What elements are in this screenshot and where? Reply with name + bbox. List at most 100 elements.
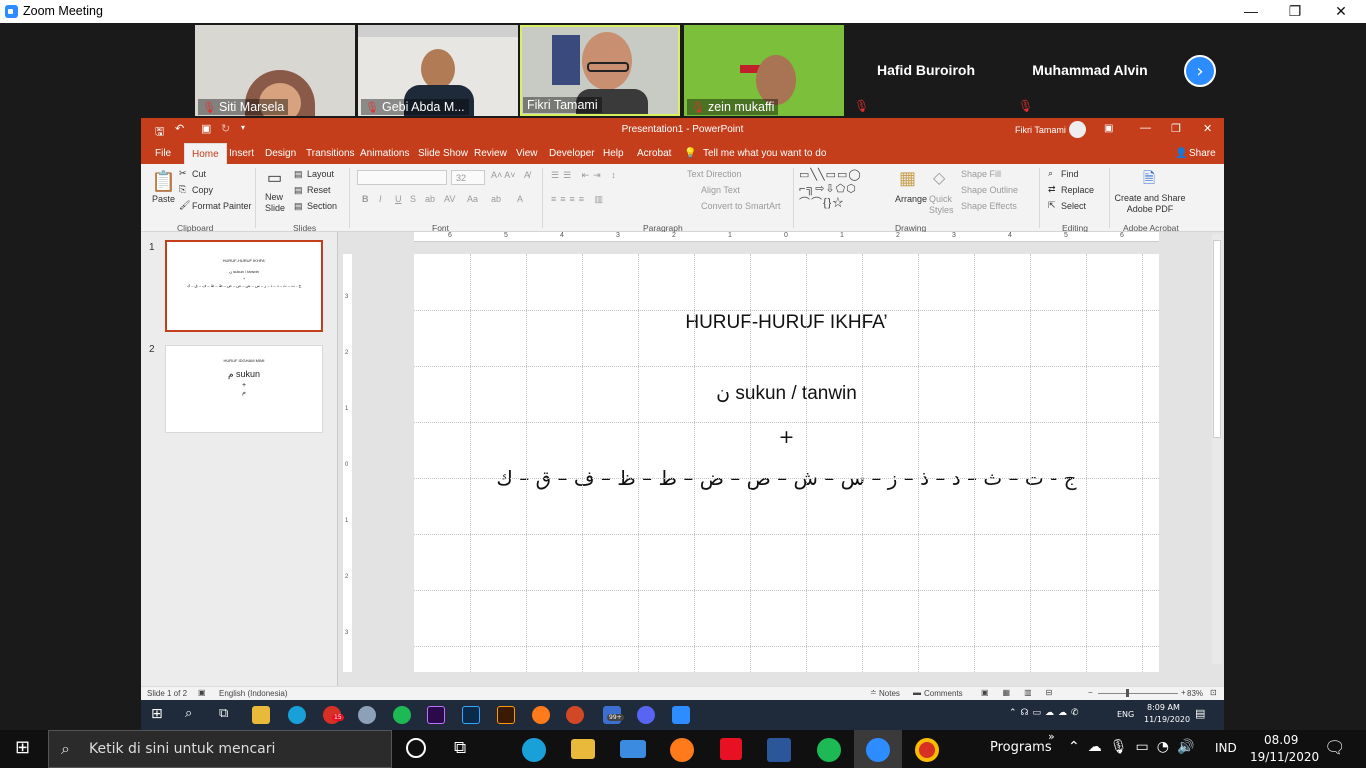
edge-icon[interactable]: [522, 738, 546, 762]
shape-effects-button[interactable]: Shape Effects: [961, 201, 1017, 211]
copy-button[interactable]: Copy: [192, 185, 213, 195]
tab-transitions[interactable]: Transitions: [306, 148, 355, 159]
new-slide-button[interactable]: New Slide: [265, 192, 291, 214]
layout-button[interactable]: Layout: [307, 169, 334, 179]
tray-time[interactable]: 8:09 AM: [1147, 703, 1180, 712]
comments-icon[interactable]: ▬: [913, 688, 921, 697]
powerpoint-icon[interactable]: [566, 706, 584, 724]
chrome-icon[interactable]: [915, 738, 939, 762]
notes-icon[interactable]: ≐: [870, 688, 877, 697]
minimize-icon[interactable]: —: [1140, 122, 1151, 134]
text-direction-button[interactable]: Text Direction: [687, 169, 742, 179]
tab-insert[interactable]: Insert: [229, 148, 254, 159]
close-icon[interactable]: ✕: [1318, 1, 1364, 21]
italic-icon[interactable]: I: [379, 194, 382, 204]
tab-file[interactable]: File: [155, 148, 171, 159]
file-explorer-icon[interactable]: [252, 706, 270, 724]
task-view-icon[interactable]: ⧉: [454, 738, 466, 758]
tray-language[interactable]: ENG: [1117, 710, 1134, 719]
tab-design[interactable]: Design: [265, 148, 296, 159]
zoom-out-icon[interactable]: −: [1088, 688, 1093, 697]
restore-icon[interactable]: ❐: [1171, 122, 1181, 135]
smartart-button[interactable]: Convert to SmartArt: [701, 201, 781, 211]
spotify-icon[interactable]: [393, 706, 411, 724]
bold-icon[interactable]: B: [362, 194, 369, 204]
tab-review[interactable]: Review: [474, 148, 507, 159]
shapes-gallery[interactable]: ▭╲╲▭▭◯ ⌐╗⇨⇩⬠⬡ ⌒⌒{}☆: [799, 168, 891, 212]
replace-icon[interactable]: ⇄: [1048, 184, 1056, 195]
tab-view[interactable]: View: [516, 148, 538, 159]
tab-animations[interactable]: Animations: [360, 148, 409, 159]
firefox-icon[interactable]: [670, 738, 694, 762]
section-icon[interactable]: ▤: [294, 201, 303, 212]
participant-tile[interactable]: 🎙 Gebi Abda M...: [358, 25, 518, 116]
adobe-pdf-icon[interactable]: 🗎: [1143, 168, 1155, 193]
current-slide[interactable]: HURUF-HURUF IKHFA’ ن sukun / tanwin + ج …: [414, 254, 1159, 672]
format-painter-icon[interactable]: 🖌: [179, 200, 190, 211]
user-avatar[interactable]: [1069, 121, 1086, 138]
font-name-box[interactable]: [357, 170, 447, 185]
firefox-icon[interactable]: [532, 706, 550, 724]
format-painter-button[interactable]: Format Painter: [192, 201, 252, 211]
select-icon[interactable]: ⇱: [1048, 200, 1056, 211]
taskbar-language[interactable]: IND: [1215, 741, 1237, 755]
zoom-level[interactable]: 83%: [1187, 689, 1203, 698]
align-text-button[interactable]: Align Text: [701, 185, 740, 195]
tab-acrobat[interactable]: Acrobat: [637, 148, 671, 159]
maximize-icon[interactable]: ❐: [1272, 1, 1318, 21]
new-slide-icon[interactable]: ▭: [267, 168, 282, 188]
word-icon[interactable]: [767, 738, 791, 762]
tell-me-search[interactable]: Tell me what you want to do: [703, 148, 826, 159]
edge-icon[interactable]: [288, 706, 306, 724]
strike-icon[interactable]: ab: [425, 194, 435, 204]
photoshop-icon[interactable]: [462, 706, 480, 724]
tab-home[interactable]: Home: [184, 143, 227, 164]
create-share-pdf-button[interactable]: Create and Share Adobe PDF: [1114, 193, 1186, 215]
reset-icon[interactable]: ▤: [294, 185, 303, 196]
slide-thumbnail[interactable]: HURUF IDGHAM MIMI م sukun + م: [165, 345, 323, 433]
share-button[interactable]: Share: [1189, 148, 1216, 159]
mail-icon[interactable]: [620, 740, 646, 758]
copy-icon[interactable]: ⎘: [179, 184, 186, 195]
select-button[interactable]: Select: [1061, 201, 1086, 211]
grow-font-icon[interactable]: A˄ A˅: [491, 170, 516, 180]
search-icon[interactable]: ⌕: [185, 706, 192, 721]
replace-button[interactable]: Replace: [1061, 185, 1094, 195]
quick-styles-icon[interactable]: ◇: [933, 168, 945, 188]
fit-slide-icon[interactable]: ⊡: [1210, 688, 1217, 697]
highlight-icon[interactable]: ab: [491, 194, 501, 204]
ribbon-display-icon[interactable]: ▣: [1104, 123, 1113, 134]
discord-icon[interactable]: [637, 706, 655, 724]
system-tray-icons[interactable]: ⌃☁🎙▭◔🔊: [1068, 739, 1202, 755]
windows-start-icon[interactable]: ⊞: [151, 706, 163, 722]
view-buttons-icon[interactable]: ▣▦▥⊟: [981, 688, 1066, 697]
notification-center-icon[interactable]: 🗨: [1324, 738, 1346, 758]
clear-format-icon[interactable]: A̸: [524, 170, 530, 180]
tab-help[interactable]: Help: [603, 148, 624, 159]
windows-start-icon[interactable]: ⊞: [15, 737, 30, 758]
share-icon[interactable]: 👤: [1175, 148, 1187, 159]
shape-fill-button[interactable]: Shape Fill: [961, 169, 1001, 179]
reset-button[interactable]: Reset: [307, 185, 331, 195]
tray-date[interactable]: 11/19/2020: [1144, 715, 1190, 724]
shadow-icon[interactable]: S: [410, 194, 416, 204]
task-view-icon[interactable]: ⧉: [219, 706, 228, 721]
tab-developer[interactable]: Developer: [549, 148, 595, 159]
close-icon[interactable]: ✕: [1203, 122, 1212, 135]
paste-button[interactable]: Paste: [152, 194, 175, 204]
next-page-arrow-icon[interactable]: ›: [1184, 55, 1216, 87]
align-icon[interactable]: ≡≡≡≡ ▥: [551, 194, 607, 205]
zoom-icon[interactable]: [672, 706, 690, 724]
slide-thumbnail[interactable]: HURUF-HURUF IKHFA' ن sukun / tanwin + ج …: [165, 240, 323, 332]
taskbar-time[interactable]: 08.09: [1264, 733, 1298, 747]
section-button[interactable]: Section: [307, 201, 337, 211]
bullets-icon[interactable]: ☰☰ ⇤⇥ ↕: [551, 170, 620, 181]
zoom-slider[interactable]: [1098, 693, 1178, 694]
quick-styles-button[interactable]: Quick Styles: [929, 194, 955, 216]
language[interactable]: English (Indonesia): [219, 689, 287, 698]
illustrator-icon[interactable]: [497, 706, 515, 724]
participant-tile[interactable]: 🎙 zein mukaffi: [684, 25, 844, 116]
cut-button[interactable]: Cut: [192, 169, 206, 179]
shape-outline-button[interactable]: Shape Outline: [961, 185, 1018, 195]
cut-icon[interactable]: ✂: [179, 168, 187, 179]
